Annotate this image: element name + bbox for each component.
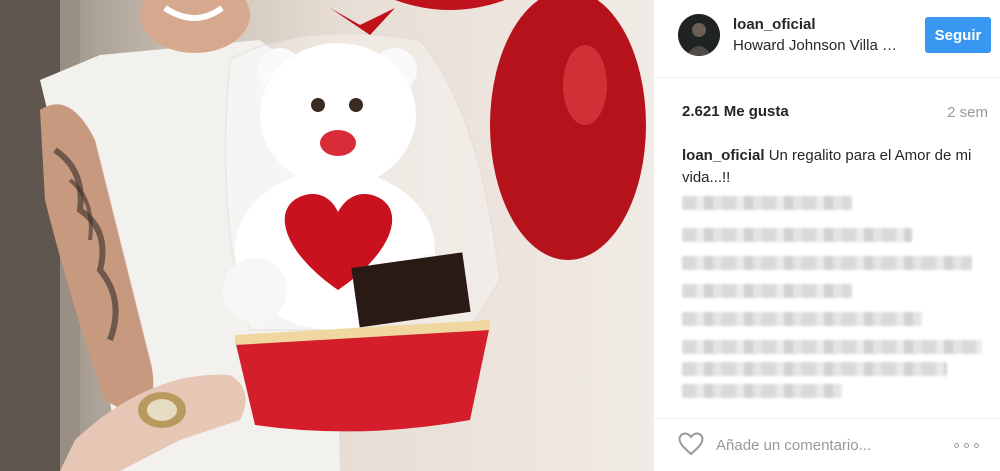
blurred-comment: [682, 196, 852, 210]
post-timestamp[interactable]: 2 sem: [947, 104, 988, 121]
instagram-post: loan_oficial Howard Johnson Villa Gesell…: [0, 0, 1000, 471]
post-header: loan_oficial Howard Johnson Villa Gesell…: [654, 0, 1000, 78]
blurred-comment: [682, 362, 947, 376]
comment-input[interactable]: [716, 434, 916, 456]
post-photo[interactable]: [0, 0, 653, 471]
post-location[interactable]: Howard Johnson Villa Gesell: [733, 37, 903, 54]
blurred-comment: [682, 256, 972, 270]
post-username[interactable]: loan_oficial: [733, 16, 816, 33]
caption-username[interactable]: loan_oficial: [682, 147, 765, 164]
profile-avatar-icon: [678, 14, 720, 56]
post-caption: loan_oficial Un regalito para el Amor de…: [682, 145, 982, 189]
post-footer: [654, 418, 1000, 471]
blurred-comment: [682, 312, 922, 326]
blurred-comment: [682, 228, 912, 242]
like-count[interactable]: 2.621 Me gusta: [682, 103, 789, 120]
post-side-panel: loan_oficial Howard Johnson Villa Gesell…: [653, 0, 1000, 471]
follow-button[interactable]: Seguir: [925, 17, 991, 53]
heart-outline-icon[interactable]: [678, 432, 704, 456]
ellipsis-icon[interactable]: [954, 441, 984, 451]
avatar[interactable]: [678, 14, 720, 56]
blurred-comment: [682, 284, 852, 298]
photo-illustration: [0, 0, 646, 471]
blurred-comment: [682, 384, 842, 398]
blurred-comment: [682, 340, 982, 354]
